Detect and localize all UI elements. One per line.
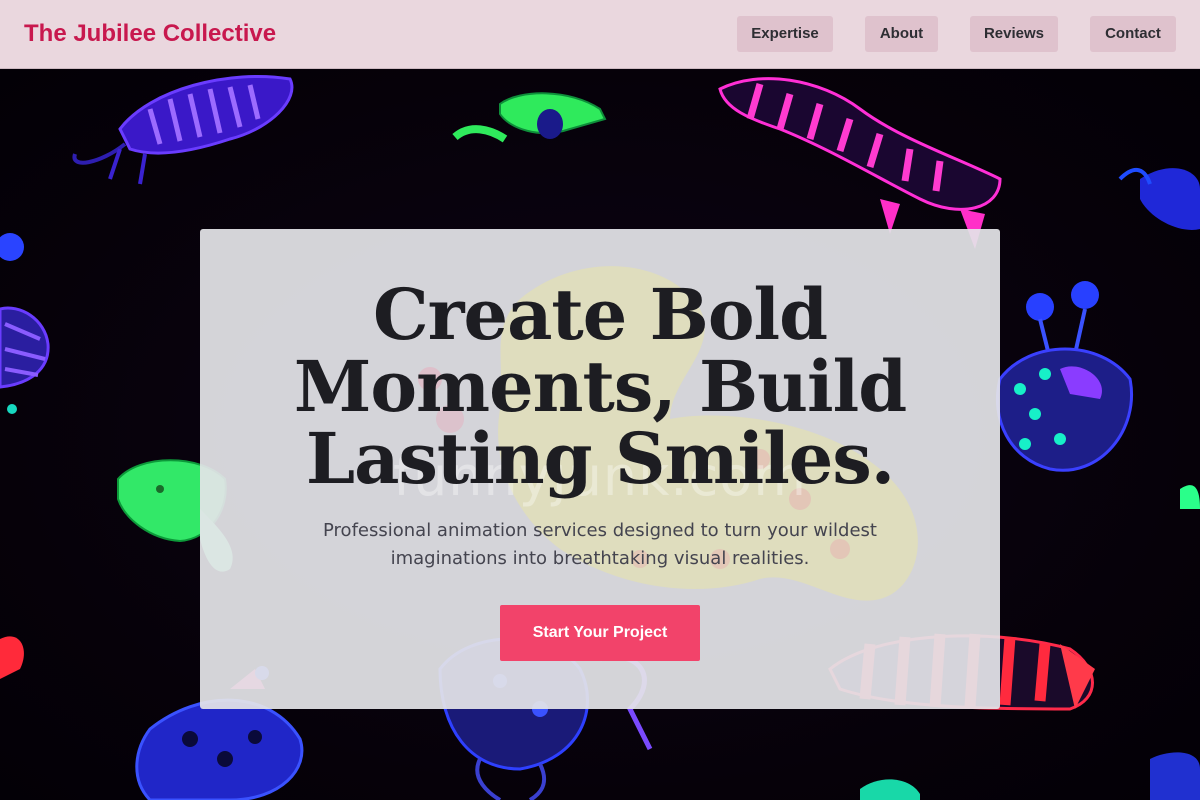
nav-reviews-button[interactable]: Reviews (970, 16, 1058, 52)
spotted-creature-illustration (995, 281, 1133, 472)
purple-creature-illustration (72, 75, 294, 185)
blue-bug-illustration (1118, 168, 1200, 230)
nav-about-button[interactable]: About (865, 16, 938, 52)
left-purple-creature-illustration (0, 233, 50, 414)
hero-title: Create Bold Moments, Build Lasting Smile… (293, 273, 907, 500)
hero-section: funnyjunk.com Create Bold Moments, Build… (0, 69, 1200, 800)
pink-striped-creature-illustration (718, 77, 1002, 249)
green-bird-illustration (452, 92, 607, 143)
hero-subtitle: Professional animation services designed… (323, 520, 877, 569)
hero-card: funnyjunk.com Create Bold Moments, Build… (200, 229, 1000, 709)
nav-expertise-button[interactable]: Expertise (737, 16, 833, 52)
start-project-button[interactable]: Start Your Project (500, 605, 700, 661)
brand-logo[interactable]: The Jubilee Collective (24, 18, 276, 50)
site-header: The Jubilee Collective Expertise About R… (0, 0, 1200, 69)
nav-contact-button[interactable]: Contact (1090, 16, 1176, 52)
